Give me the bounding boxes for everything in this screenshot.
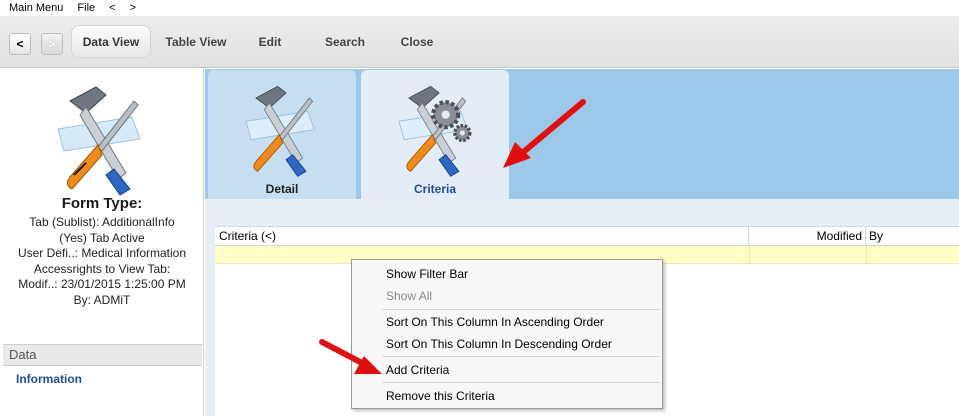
form-info-panel: Form Type: Tab (Sublist): AdditionalInfo… — [0, 69, 204, 416]
form-type-title: Form Type: — [61, 195, 143, 212]
info-user-defined: User Defi..: Medical Information — [17, 246, 187, 260]
column-header-by[interactable]: By — [866, 227, 959, 246]
cell-divider — [749, 246, 750, 264]
menu-item-add-criteria[interactable]: Add Criteria — [352, 360, 662, 380]
menu-main[interactable]: Main Menu — [9, 2, 63, 14]
tab-criteria[interactable]: Criteria — [361, 70, 509, 202]
form-info-lines: Tab (Sublist): AdditionalInfo (Yes) Tab … — [0, 215, 204, 308]
info-tab-sublist: Tab (Sublist): AdditionalInfo — [29, 215, 175, 229]
cell-divider — [866, 246, 867, 264]
toolbar: < > Data View Table View Edit Search Clo… — [0, 16, 959, 68]
menu-item-sort-descending[interactable]: Sort On This Column In Descending Order — [352, 334, 662, 354]
information-link[interactable]: Information — [16, 372, 82, 386]
edit-button[interactable]: Edit — [250, 25, 290, 58]
menu-item-show-filter-bar[interactable]: Show Filter Bar — [352, 264, 662, 284]
menu-file[interactable]: File — [77, 2, 95, 14]
tab-criteria-label: Criteria — [413, 182, 457, 196]
menu-separator — [382, 309, 660, 310]
tab-strip: Detail Criteria — [205, 69, 959, 202]
info-access-rights: Accessrights to View Tab: — [33, 261, 171, 276]
table-view-button[interactable]: Table View — [158, 25, 234, 58]
menu-item-sort-ascending[interactable]: Sort On This Column In Ascending Order — [352, 312, 662, 332]
forward-button[interactable]: > — [41, 33, 63, 55]
column-header-modified[interactable]: Modified — [749, 227, 866, 246]
menu-bar: Main Menu File < > — [0, 0, 959, 16]
info-tab-active: (Yes) Tab Active — [59, 230, 145, 245]
context-menu: Show Filter Bar Show All Sort On This Co… — [351, 259, 663, 409]
column-header-criteria[interactable]: Criteria (<) — [215, 227, 749, 246]
search-button[interactable]: Search — [318, 25, 372, 58]
close-button[interactable]: Close — [394, 25, 440, 58]
menu-item-remove-criteria[interactable]: Remove this Criteria — [352, 386, 662, 406]
tab-detail[interactable]: Detail — [208, 70, 356, 202]
info-modified: Modif..: 23/01/2015 1:25:00 PM — [18, 277, 186, 291]
data-view-button[interactable]: Data View — [71, 25, 151, 58]
data-section-header[interactable]: Data — [3, 344, 202, 366]
hammer-screwdriver-icon — [40, 77, 160, 197]
menu-item-show-all[interactable]: Show All — [352, 286, 662, 306]
menu-separator — [382, 382, 660, 383]
tab-detail-label: Detail — [265, 182, 299, 196]
menu-back[interactable]: < — [109, 2, 115, 14]
info-by: By: ADMiT — [73, 292, 131, 307]
grid-header: Criteria (<) Modified By — [215, 226, 959, 246]
back-button[interactable]: < — [9, 33, 31, 55]
hammer-screwdriver-icon — [231, 78, 331, 178]
hammer-screwdriver-gears-icon — [384, 78, 484, 178]
menu-separator — [382, 356, 660, 357]
menu-forward[interactable]: > — [130, 2, 136, 14]
